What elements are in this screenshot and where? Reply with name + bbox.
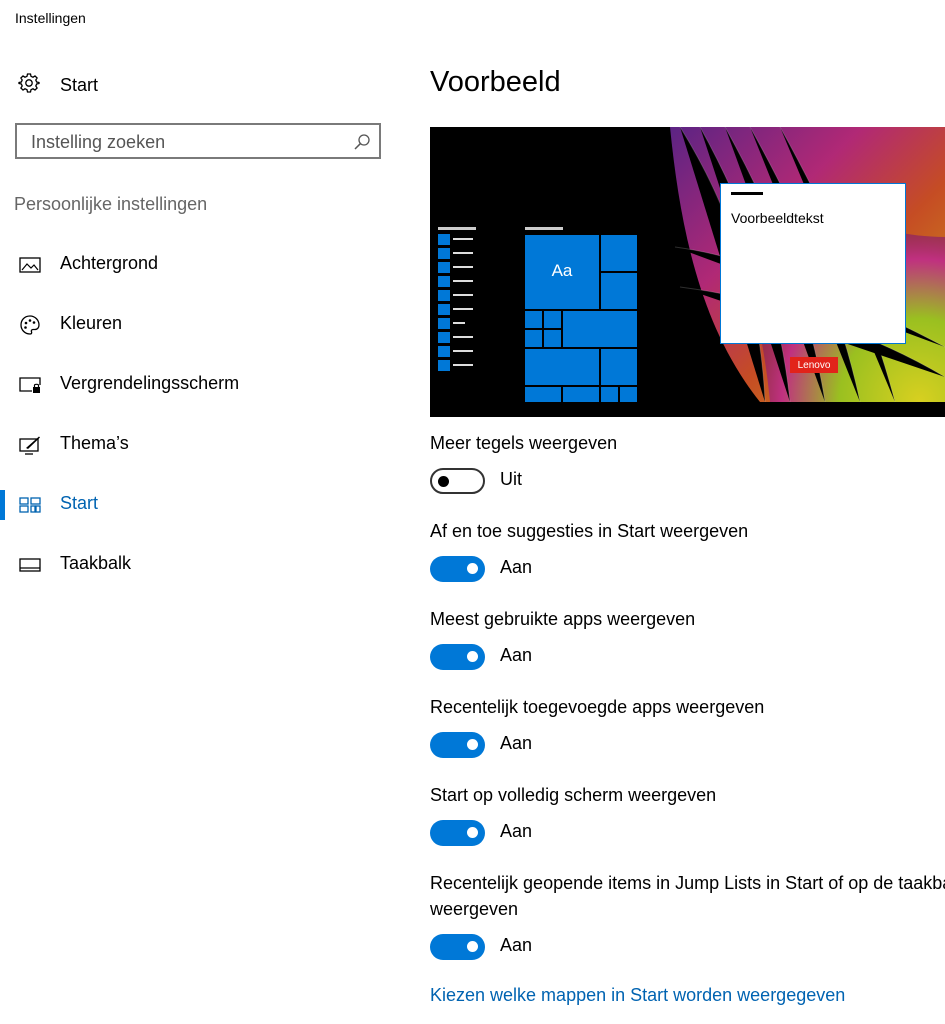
setting-label: Af en toe suggesties in Start weergeven — [430, 521, 749, 541]
sidebar-item-start[interactable]: Start — [0, 475, 400, 535]
more-tiles-toggle[interactable] — [430, 468, 485, 494]
toggle-state: Aan — [500, 821, 533, 841]
sidebar-item-achtergrond[interactable]: Achtergrond — [0, 235, 400, 295]
sidebar-item-label: Thema’s — [60, 433, 129, 453]
search-icon[interactable] — [353, 133, 371, 156]
taskbar-icon — [19, 554, 41, 576]
setting-label: Meer tegels weergeven — [430, 433, 618, 453]
sidebar-item-label: Achtergrond — [60, 253, 159, 273]
preview-tile-text: Aa — [551, 261, 573, 280]
picture-icon — [19, 254, 41, 276]
choose-folders-link[interactable]: Kiezen welke mappen in Start worden weer… — [430, 985, 845, 1006]
toggle-state: Aan — [500, 645, 533, 665]
page-title: Voorbeeld — [430, 66, 561, 98]
lock-screen-icon — [19, 374, 41, 396]
setting-jump-lists: Recentelijk geopende items in Jump Lists… — [430, 870, 945, 960]
search-box[interactable] — [15, 123, 381, 159]
active-indicator — [0, 490, 5, 520]
preview-window-titlebar — [731, 192, 763, 195]
suggestions-toggle[interactable] — [430, 556, 485, 582]
sidebar-item-vergrendelingsscherm[interactable]: Vergrendelingsscherm — [0, 355, 400, 415]
setting-label-line2: weergeven — [430, 899, 519, 919]
fullscreen-start-toggle[interactable] — [430, 820, 485, 846]
sidebar-item-themas[interactable]: Thema’s — [0, 415, 400, 475]
toggle-knob — [467, 739, 478, 750]
toggle-state: Aan — [500, 733, 533, 753]
setting-more-tiles: Meer tegels weergeven Uit — [430, 430, 945, 494]
setting-fullscreen-start: Start op volledig scherm weergeven Aan — [430, 782, 945, 846]
toggle-knob — [467, 827, 478, 838]
toggle-state: Aan — [500, 557, 533, 577]
toggle-knob — [467, 941, 478, 952]
toggle-knob — [467, 651, 478, 662]
recently-added-apps-toggle[interactable] — [430, 732, 485, 758]
lenovo-logo: Lenovo — [790, 357, 838, 373]
start-tiles-icon — [19, 494, 41, 516]
setting-label: Recentelijk geopende items in Jump Lists… — [430, 873, 945, 893]
window-title: Instellingen — [15, 10, 86, 26]
home-label: Start — [60, 74, 99, 95]
sidebar-item-label: Taakbalk — [60, 553, 132, 573]
jump-lists-toggle[interactable] — [430, 934, 485, 960]
most-used-apps-toggle[interactable] — [430, 644, 485, 670]
sidebar-item-label: Kleuren — [60, 313, 123, 333]
preview-window-text: Voorbeeldtekst — [731, 210, 824, 226]
setting-label: Meest gebruikte apps weergeven — [430, 609, 696, 629]
gear-icon — [18, 72, 40, 99]
search-input[interactable] — [31, 131, 351, 153]
setting-label: Recentelijk toegevoegde apps weergeven — [430, 697, 765, 717]
toggle-state: Uit — [500, 469, 522, 489]
start-preview: Aa Voorbeeldtekst Lenovo — [430, 127, 945, 417]
section-title: Persoonlijke instellingen — [14, 194, 208, 214]
sidebar-item-taakbalk[interactable]: Taakbalk — [0, 535, 400, 595]
palette-icon — [19, 314, 41, 336]
preview-window: Voorbeeldtekst — [720, 183, 906, 344]
toggle-knob — [467, 563, 478, 574]
themes-icon — [19, 434, 41, 456]
setting-suggestions: Af en toe suggesties in Start weergeven … — [430, 518, 945, 582]
sidebar-nav: Achtergrond Kleuren Vergrendelingsscherm… — [0, 235, 400, 595]
sidebar-item-label: Start — [60, 493, 99, 513]
toggle-state: Aan — [500, 935, 533, 955]
sidebar-item-label: Vergrendelingsscherm — [60, 373, 240, 393]
setting-label: Start op volledig scherm weergeven — [430, 785, 717, 805]
toggle-knob — [438, 475, 449, 487]
setting-recently-added-apps: Recentelijk toegevoegde apps weergeven A… — [430, 694, 945, 758]
setting-most-used-apps: Meest gebruikte apps weergeven Aan — [430, 606, 945, 670]
sidebar-item-kleuren[interactable]: Kleuren — [0, 295, 400, 355]
home-link[interactable]: Start — [18, 72, 98, 98]
